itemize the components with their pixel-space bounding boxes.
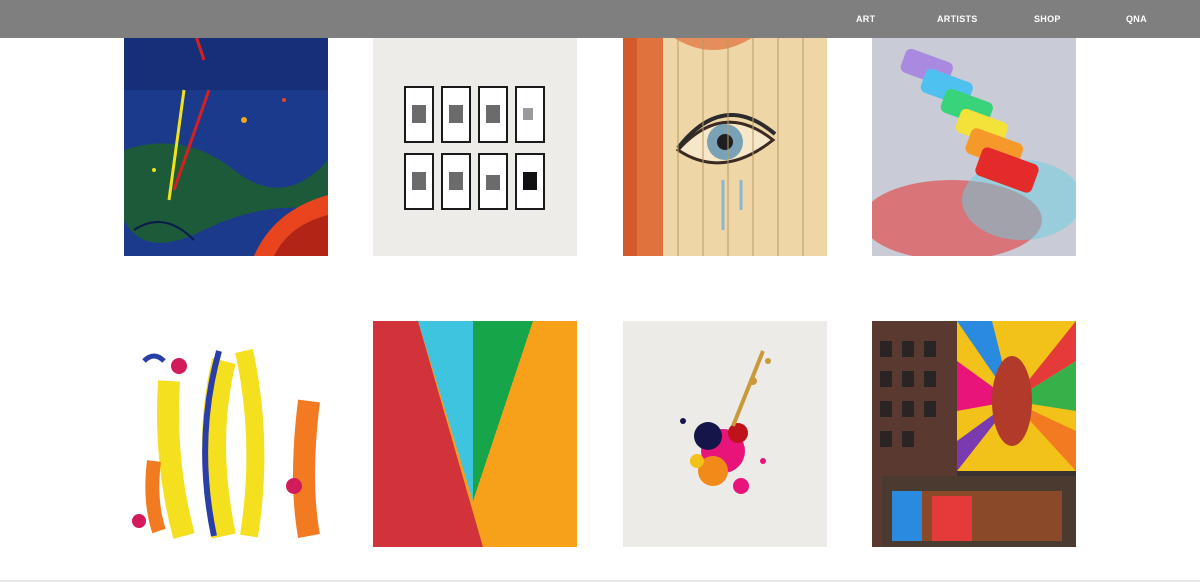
framed-photos-image bbox=[373, 30, 577, 256]
abstract-painting-image bbox=[124, 30, 328, 256]
top-navbar: ART ARTISTS SHOP QNA bbox=[0, 0, 1200, 38]
brush-strokes-image bbox=[124, 321, 328, 547]
gallery-image-framed-photos[interactable] bbox=[373, 30, 577, 256]
color-blocks-image bbox=[373, 321, 577, 547]
chalk-pastels-image bbox=[872, 30, 1076, 256]
nav-link-shop[interactable]: SHOP bbox=[1034, 0, 1061, 38]
nav-link-qna[interactable]: QNA bbox=[1126, 0, 1147, 38]
eye-mural-image bbox=[623, 30, 827, 256]
nav-link-art[interactable]: ART bbox=[856, 0, 875, 38]
street-mural-image bbox=[872, 321, 1076, 547]
gallery-image-color-blocks[interactable] bbox=[373, 321, 577, 547]
gallery-image-paint-splash[interactable] bbox=[623, 321, 827, 547]
gallery-image-blue-splatter[interactable] bbox=[124, 30, 328, 256]
nav-link-artists[interactable]: ARTISTS bbox=[937, 0, 978, 38]
paint-splash-image bbox=[623, 321, 827, 547]
gallery-image-eye-mural[interactable] bbox=[623, 30, 827, 256]
gallery-image-brush-strokes[interactable] bbox=[124, 321, 328, 547]
gallery-image-chalk-pastels[interactable] bbox=[872, 30, 1076, 256]
gallery-image-street-mural[interactable] bbox=[872, 321, 1076, 547]
